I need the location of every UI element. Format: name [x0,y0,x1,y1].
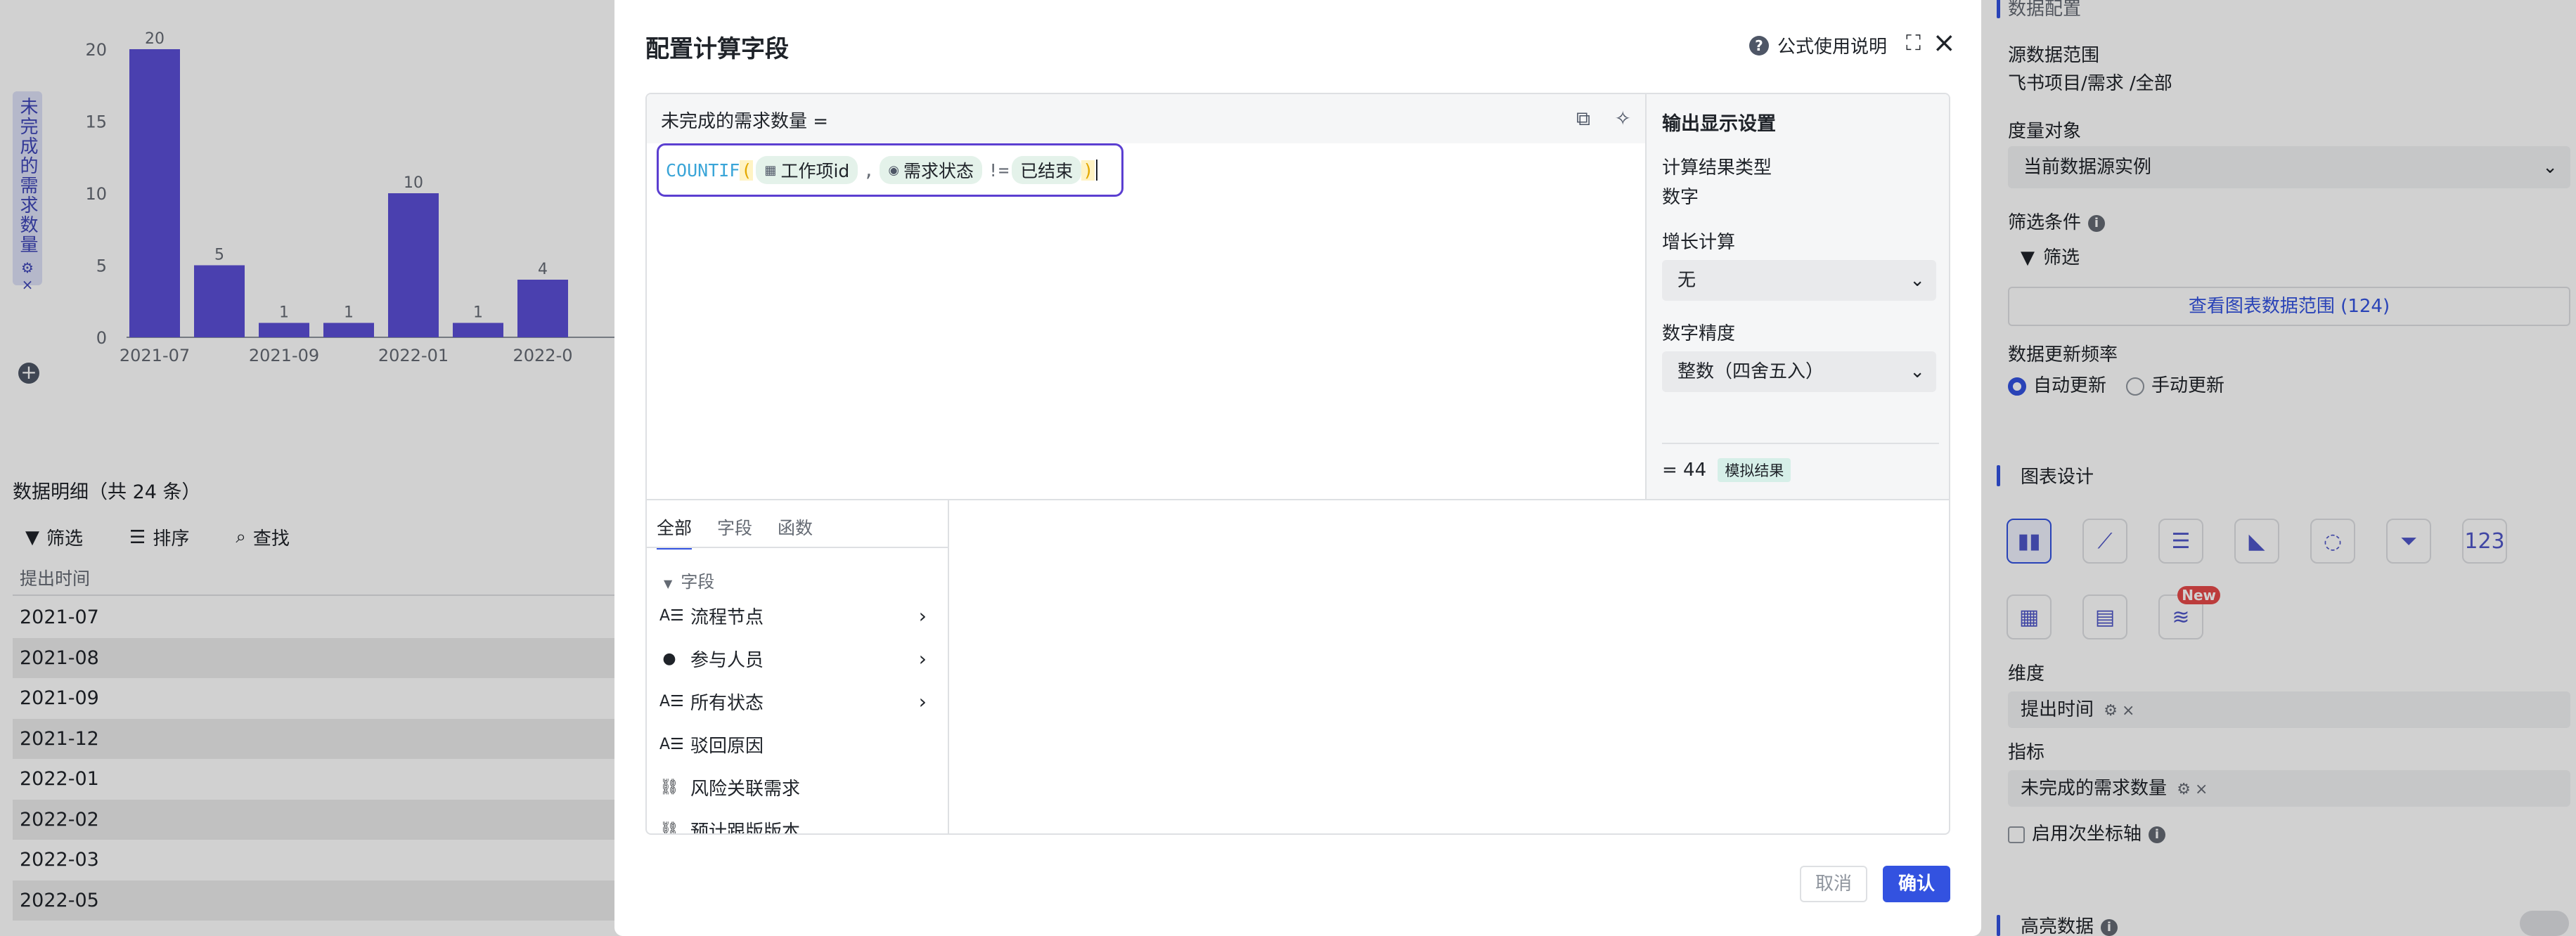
precision-select[interactable]: 整数（四舍五入） ⌄ [1662,351,1936,392]
field-label: 所有状态 [690,693,764,714]
field-group-label: 字段 [681,572,715,592]
field-group-header[interactable]: ▼ 字段 [664,568,714,592]
close-icon[interactable]: × [1932,27,1956,59]
result-type-label: 计算结果类型 [1662,157,1772,178]
formula-help-label: 公式使用说明 [1777,37,1887,58]
simulated-result-tag: 模拟结果 [1718,458,1791,482]
formula-header: 未完成的需求数量 = ⧉ ✧ [647,94,1645,143]
text-caret [1096,160,1098,181]
comma: , [863,160,875,181]
function-detail-pane [949,499,1949,833]
formula-help-link[interactable]: ? 公式使用说明 [1749,32,1887,58]
format-icon[interactable]: ✧ [1615,107,1631,130]
output-settings-title: 输出显示设置 [1662,113,1776,135]
text-field-icon: A☰ [659,607,684,625]
chevron-right-icon[interactable]: › [919,647,927,670]
calc-field-modal: 配置计算字段 ? 公式使用说明 ⛶ × 未完成的需求数量 = ⧉ ✧ COUNT… [614,0,1981,936]
expand-icon[interactable]: ⛶ [1906,31,1921,56]
output-divider [1662,443,1939,444]
field-list-item[interactable]: ⛓ 风险关联需求 [659,766,941,809]
field-token-status[interactable]: ◉ 需求状态 [880,156,983,184]
text-field-icon: A☰ [659,693,684,710]
field-label: 预计跟版版本 [690,821,801,835]
output-settings-pane: 输出显示设置 计算结果类型 数字 增长计算 无 ⌄ 数字精度 整数（四舍五入） … [1645,94,1949,499]
growth-calc-select[interactable]: 无 ⌄ [1662,260,1936,301]
formula-field-name: 未完成的需求数量 = [661,111,829,132]
tab-functions[interactable]: 函数 [778,507,813,550]
chevron-right-icon[interactable]: › [919,604,927,628]
precision-label: 数字精度 [1662,323,1736,344]
cancel-button[interactable]: 取消 [1800,866,1867,902]
formula-input[interactable]: COUNTIF ( ▦ 工作项id , ◉ 需求状态 != 已结束 ) [657,143,1123,197]
text-field-icon: A☰ [659,736,684,753]
tabs-divider [647,547,948,548]
string-literal: 已结束 [1012,156,1082,184]
growth-calc-label: 增长计算 [1662,232,1736,253]
status-field-icon: ◉ [888,162,900,178]
caret-down-icon: ▼ [664,577,673,590]
formula-editor: 未完成的需求数量 = ⧉ ✧ COUNTIF ( ▦ 工作项id , ◉ 需求状态 … [645,93,1950,835]
chevron-right-icon[interactable]: › [919,690,927,713]
link-icon: ⛓ [659,779,679,796]
confirm-button[interactable]: 确认 [1883,866,1950,902]
close-paren: ) [1081,160,1095,181]
field-browser: 全部 字段 函数 ▼ 字段 A☰ 流程节点 › ● 参与人员 › A☰ 所有状态 › A☰ 驳回原因 ⛓… [647,499,949,835]
field-label: 参与人员 [690,650,764,671]
chevron-down-icon: ⌄ [1910,361,1925,382]
number-field-icon: ▦ [764,162,777,178]
field-label: 风险关联需求 [690,779,801,800]
link-icon: ⛓ [659,821,679,835]
panel-dim-overlay [1983,0,2576,936]
modal-title: 配置计算字段 [645,35,789,63]
field-list-item[interactable]: A☰ 所有状态 › [659,680,941,723]
field-list-item[interactable]: A☰ 流程节点 › [659,594,941,637]
tab-fields[interactable]: 字段 [717,507,752,550]
person-icon: ● [662,650,676,668]
field-list: A☰ 流程节点 › ● 参与人员 › A☰ 所有状态 › A☰ 驳回原因 ⛓ 风险关联需求 ⛓ 预计跟版版本 [659,594,941,835]
function-name: COUNTIF [666,160,740,181]
field-token-label: 工作项id [780,161,850,181]
operator: != [988,160,1010,181]
field-list-item[interactable]: A☰ 驳回原因 [659,723,941,766]
growth-calc-value: 无 [1677,270,1696,291]
help-icon: ? [1749,35,1769,56]
result-type-value: 数字 [1662,187,1699,208]
field-list-item[interactable]: ● 参与人员 › [659,637,941,680]
simulated-result: = 44 模拟结果 [1662,458,1791,482]
copy-icon[interactable]: ⧉ [1576,107,1590,131]
formula-pane[interactable]: 未完成的需求数量 = ⧉ ✧ COUNTIF ( ▦ 工作项id , ◉ 需求状态 … [647,94,1645,499]
field-browser-tabs: 全部 字段 函数 [657,507,813,550]
field-token-work-item-id[interactable]: ▦ 工作项id [756,156,858,184]
field-token-label: 需求状态 [903,161,974,181]
chevron-down-icon: ⌄ [1910,270,1925,291]
field-list-item[interactable]: ⛓ 预计跟版版本 [659,809,941,835]
field-label: 流程节点 [690,607,764,628]
result-value: = 44 [1662,460,1707,481]
open-paren: ( [740,160,754,181]
tab-all[interactable]: 全部 [657,507,693,550]
precision-value: 整数（四舍五入） [1677,361,1824,382]
field-label: 驳回原因 [690,736,764,757]
